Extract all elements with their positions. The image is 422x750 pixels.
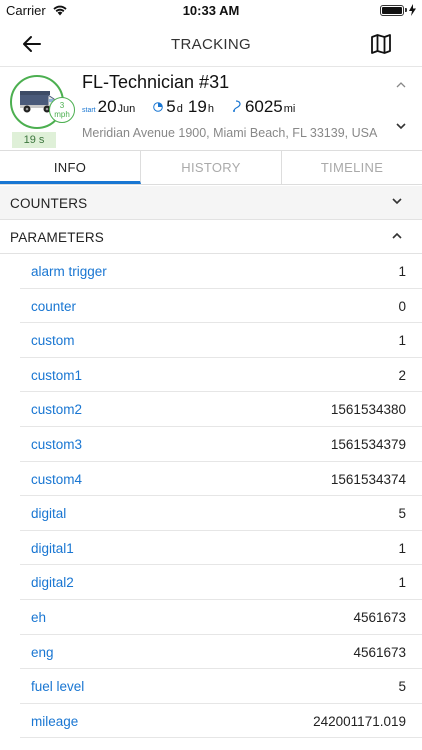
distance-stat: 6025 mi: [232, 97, 295, 117]
parameter-name: custom1: [31, 367, 83, 383]
chevron-up-icon[interactable]: [396, 81, 406, 88]
parameter-value: 5: [398, 506, 406, 522]
parameter-name: custom: [31, 333, 75, 349]
parameter-row[interactable]: mileage 242001171.019: [20, 704, 422, 739]
parameter-value: 4561673: [353, 609, 406, 625]
start-stat: start 20 Jun: [82, 97, 135, 117]
parameter-value: 1: [398, 333, 406, 349]
parameter-value: 1561534380: [330, 402, 406, 418]
parameter-row[interactable]: custom4 1561534374: [20, 462, 422, 497]
parameter-name: alarm trigger: [31, 264, 107, 279]
counters-title: COUNTERS: [10, 196, 88, 211]
parameter-value: 4561673: [353, 644, 406, 660]
duration-hours: 19: [187, 97, 207, 116]
parameter-row[interactable]: digital 5: [20, 496, 422, 531]
parameter-name: eh: [31, 609, 47, 625]
parameter-row[interactable]: custom3 1561534379: [20, 427, 422, 462]
tab-timeline[interactable]: TIMELINE: [282, 151, 422, 184]
speed-value: 3: [59, 101, 65, 110]
distance-unit: mi: [283, 103, 296, 115]
parameter-name: digital1: [31, 540, 74, 556]
parameter-value: 0: [398, 298, 406, 314]
parameter-row[interactable]: custom2 1561534380: [20, 392, 422, 427]
parameter-value: 1561534374: [330, 471, 406, 487]
parameter-name: custom3: [31, 436, 83, 452]
parameter-name: custom2: [31, 402, 83, 418]
parameter-value: 5: [398, 679, 406, 695]
chevron-down-icon[interactable]: [396, 123, 406, 130]
status-bar: Carrier 10:33 AM: [0, 0, 422, 22]
parameter-row[interactable]: alarm trigger 1: [20, 254, 422, 289]
parameter-row[interactable]: counter 0: [20, 289, 422, 324]
tab-bar: INFO HISTORY TIMELINE: [0, 150, 422, 185]
page-title: TRACKING: [171, 36, 251, 53]
chevron-down-icon: [392, 198, 402, 205]
start-label: start: [82, 107, 96, 114]
start-day: 20: [97, 97, 117, 116]
last-update-badge: 19 s: [12, 132, 56, 148]
parameter-name: digital: [31, 506, 67, 522]
speed-badge: 3 mph: [49, 97, 75, 123]
parameter-name: custom4: [31, 471, 83, 487]
parameter-row[interactable]: digital1 1: [20, 531, 422, 566]
parameter-name: digital2: [31, 575, 74, 591]
nav-bar: TRACKING: [0, 22, 422, 66]
parameter-value: 1: [398, 575, 406, 591]
battery-icon: [380, 4, 416, 16]
parameter-value: 1: [398, 264, 406, 279]
parameter-value: 242001171.019: [313, 713, 406, 729]
parameter-row[interactable]: fuel level 5: [20, 669, 422, 704]
map-icon[interactable]: [370, 33, 392, 55]
parameter-row[interactable]: custom1 2: [20, 358, 422, 393]
parameter-name: mileage: [31, 713, 79, 729]
duration-days: 5: [166, 97, 176, 116]
duration-stat: 5 d 19 h: [153, 97, 214, 117]
parameter-name: eng: [31, 644, 54, 660]
parameters-list: alarm trigger 1 counter 0 custom 1 custo…: [20, 254, 422, 739]
parameters-section-header[interactable]: PARAMETERS: [0, 220, 422, 254]
tab-history[interactable]: HISTORY: [141, 151, 282, 184]
duration-hours-unit: h: [207, 103, 214, 115]
chevron-up-icon: [392, 232, 402, 239]
speed-unit: mph: [54, 110, 70, 119]
parameter-row[interactable]: eng 4561673: [20, 635, 422, 670]
parameter-name: counter: [31, 298, 77, 314]
parameter-name: fuel level: [31, 679, 85, 695]
parameters-title: PARAMETERS: [10, 230, 105, 245]
parameter-value: 1: [398, 540, 406, 556]
vehicle-address: Meridian Avenue 1900, Miami Beach, FL 33…: [82, 126, 378, 140]
parameter-row[interactable]: eh 4561673: [20, 600, 422, 635]
duration-days-unit: d: [176, 103, 183, 115]
vehicle-name: FL-Technician #31: [82, 72, 230, 92]
parameter-value: 2: [398, 367, 406, 383]
distance-value: 6025: [244, 97, 283, 116]
counters-section-header[interactable]: COUNTERS: [0, 186, 422, 220]
trip-stats: start 20 Jun 5 d 19 h 6025 mi: [82, 97, 313, 117]
vehicle-summary[interactable]: 3 mph 19 s FL-Technician #31 start 20 Ju…: [0, 66, 422, 150]
start-month: Jun: [117, 103, 136, 115]
clock: 10:33 AM: [182, 3, 240, 18]
parameter-row[interactable]: custom 1: [20, 323, 422, 358]
parameter-value: 1561534379: [330, 436, 406, 452]
charging-icon: [409, 4, 416, 16]
clock-pie-icon: [153, 102, 164, 112]
parameter-row[interactable]: digital2 1: [20, 565, 422, 600]
route-icon: [232, 100, 241, 112]
tab-info[interactable]: INFO: [0, 151, 141, 184]
